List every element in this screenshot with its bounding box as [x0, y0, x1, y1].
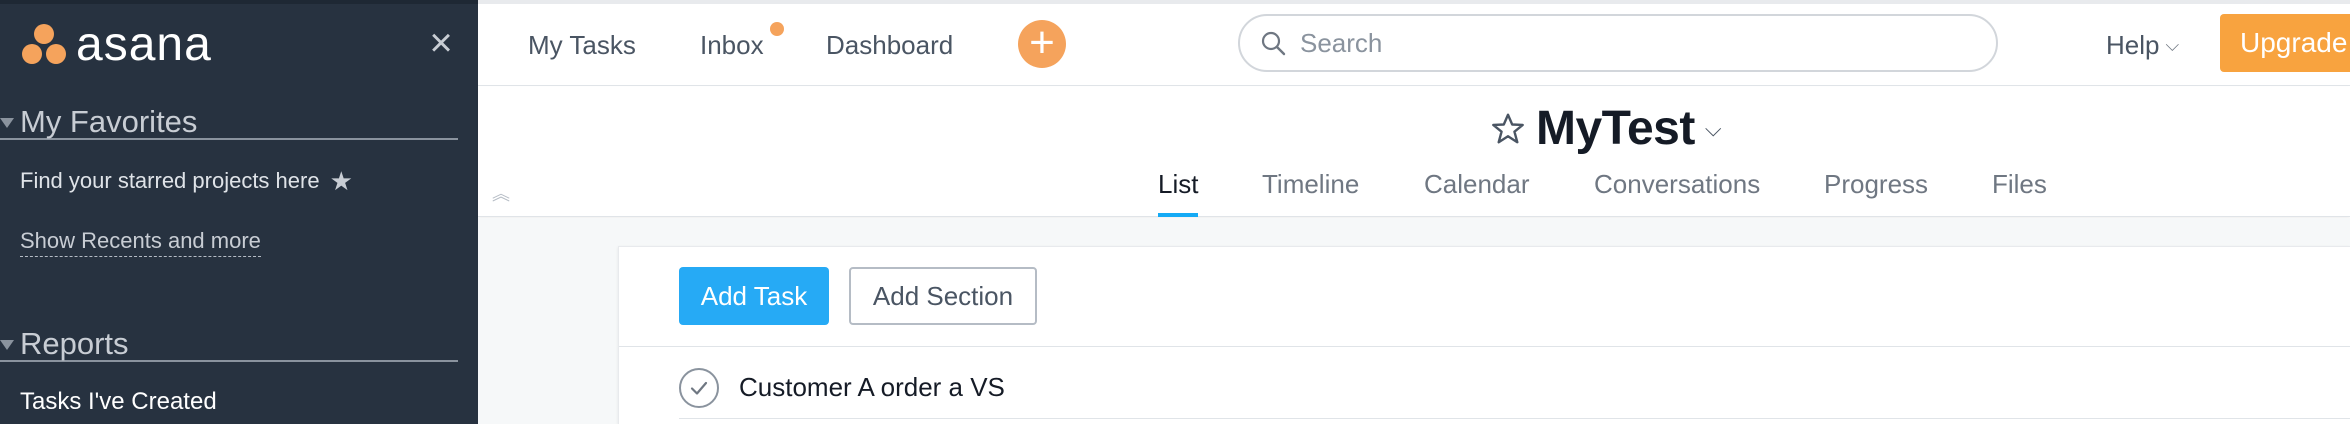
show-recents-link[interactable]: Show Recents and more — [20, 228, 261, 257]
reports-title: Reports — [20, 326, 129, 361]
starred-projects-hint: Find your starred projects here ★ — [20, 168, 353, 194]
search-input[interactable] — [1300, 24, 1960, 62]
collapse-triangle-icon — [0, 340, 14, 350]
chevron-down-icon[interactable]: ⌵ — [1705, 116, 1722, 142]
asana-logo-icon — [20, 22, 68, 68]
star-outline-icon[interactable] — [1490, 111, 1526, 147]
task-list-panel: Add Task Add Section Customer A order a … — [618, 246, 2350, 424]
star-icon: ★ — [329, 166, 353, 196]
favorites-section-header[interactable]: My Favorites — [0, 104, 458, 140]
tab-timeline[interactable]: Timeline — [1262, 169, 1359, 217]
close-sidebar-icon[interactable]: × — [424, 23, 458, 63]
report-item-tasks-created[interactable]: Tasks I've Created — [20, 388, 217, 416]
task-complete-checkbox[interactable] — [679, 367, 719, 408]
tab-files[interactable]: Files — [1992, 169, 2047, 217]
project-header: ︽ MyTest ⌵ List Timeline Calendar Conver… — [478, 87, 2350, 217]
tab-progress[interactable]: Progress — [1824, 169, 1928, 217]
inbox-notification-dot — [770, 22, 784, 36]
main-content: Add Task Add Section Customer A order a … — [478, 218, 2350, 424]
nav-my-tasks[interactable]: My Tasks — [528, 30, 636, 61]
add-section-button[interactable]: Add Section — [849, 267, 1037, 325]
search-icon — [1261, 31, 1286, 56]
task-name[interactable]: Customer A order a VS — [739, 372, 1005, 403]
add-task-button[interactable]: Add Task — [679, 267, 829, 325]
project-title: MyTest ⌵ — [1490, 101, 1722, 156]
project-name: MyTest — [1536, 102, 1695, 155]
search-box[interactable] — [1238, 14, 1998, 72]
collapse-triangle-icon — [0, 118, 14, 128]
logo-wordmark: asana — [76, 18, 212, 71]
favorites-title: My Favorites — [20, 104, 198, 139]
starred-hint-label: Find your starred projects here — [20, 168, 320, 193]
sidebar-top-border — [0, 0, 478, 4]
upgrade-button[interactable]: Upgrade — [2220, 14, 2350, 72]
tab-calendar[interactable]: Calendar — [1424, 169, 1530, 217]
task-row[interactable]: Customer A order a VS — [679, 357, 2350, 419]
top-bar: My Tasks Inbox Dashboard + Help ⌵ Upgrad… — [478, 0, 2350, 86]
reports-section-header[interactable]: Reports — [0, 326, 458, 362]
tab-conversations[interactable]: Conversations — [1594, 169, 1760, 217]
help-label: Help — [2106, 30, 2160, 60]
checkmark-icon — [690, 381, 708, 395]
list-toolbar: Add Task Add Section — [619, 247, 2350, 347]
nav-dashboard[interactable]: Dashboard — [826, 30, 953, 61]
help-menu[interactable]: Help ⌵ — [2106, 30, 2179, 61]
quick-add-button[interactable]: + — [1018, 20, 1066, 68]
topbar-top-border — [478, 0, 2350, 4]
chevron-down-icon: ⌵ — [2165, 35, 2180, 55]
tab-list[interactable]: List — [1158, 169, 1199, 217]
nav-inbox[interactable]: Inbox — [700, 30, 764, 61]
asana-logo[interactable]: asana — [20, 18, 212, 71]
double-chevron-up-icon[interactable]: ︽ — [492, 185, 510, 203]
sidebar: asana × My Favorites Find your starred p… — [0, 0, 478, 424]
